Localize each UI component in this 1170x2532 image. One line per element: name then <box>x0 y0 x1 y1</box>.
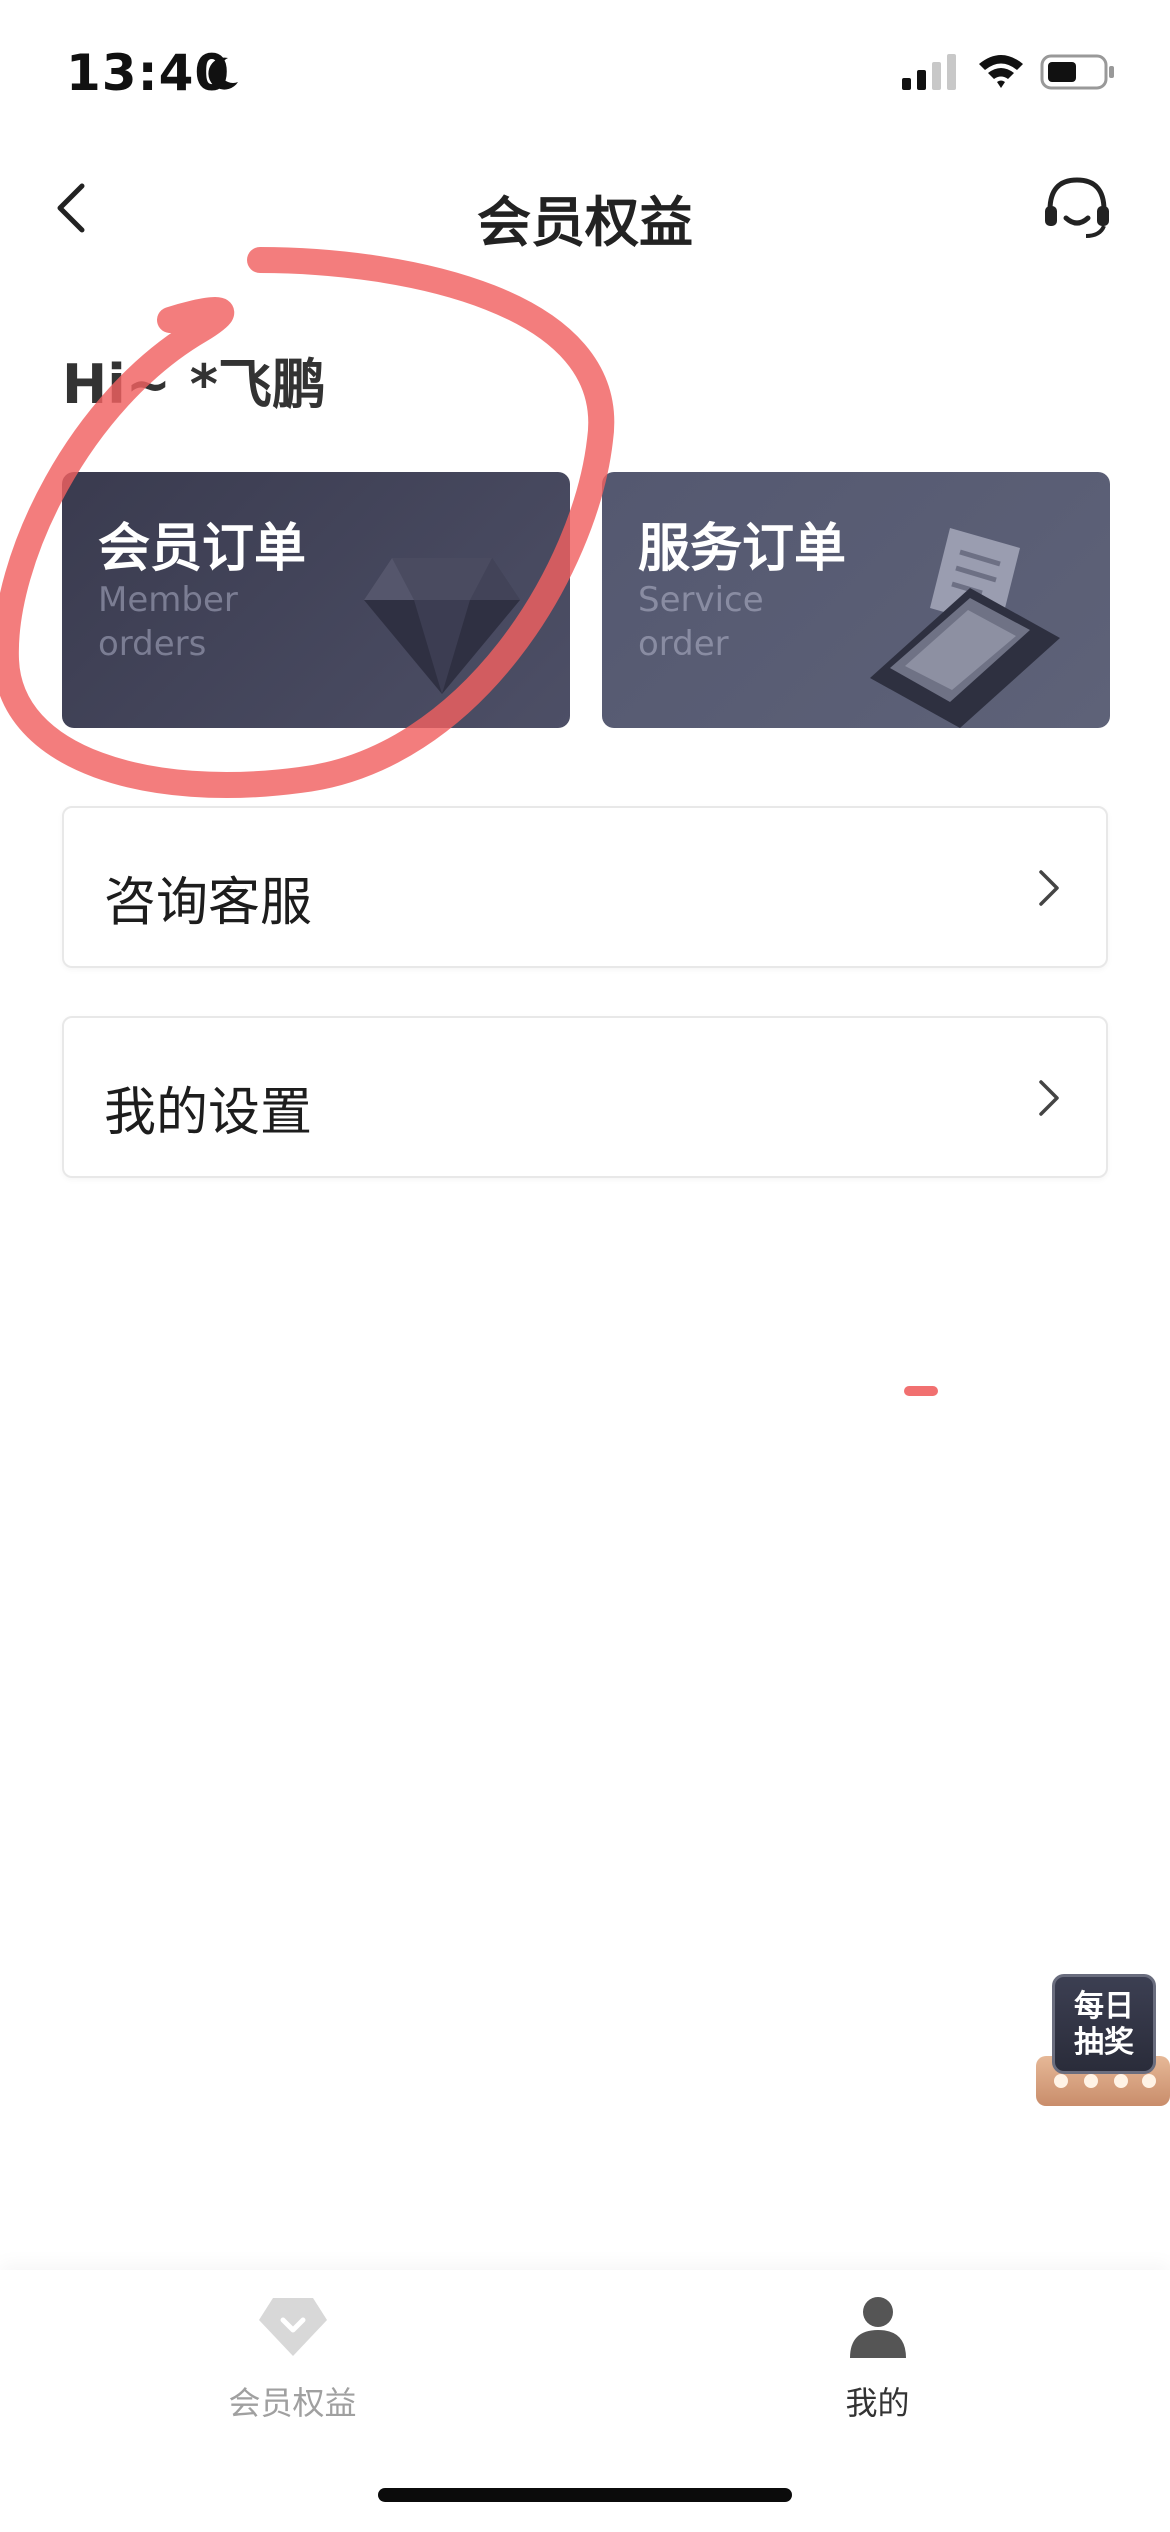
chevron-right-icon <box>1039 1080 1059 1116</box>
card-subtitle: Member orders <box>98 580 238 664</box>
card-title: 会员订单 <box>98 519 307 579</box>
list-item-customer-service[interactable]: 咨询客服 <box>62 806 1108 968</box>
member-orders-card[interactable]: 会员订单 Member orders <box>62 472 570 728</box>
daily-lottery-widget[interactable]: 每日抽奖 <box>1036 1974 1170 2108</box>
lottery-label: 每日抽奖 <box>1074 1989 1134 2060</box>
nav-header: 会员权益 <box>0 140 1170 270</box>
user-greeting: Hi~ *飞鹏 <box>62 353 326 416</box>
card-title: 服务订单 <box>638 519 847 579</box>
red-annotation-dash <box>904 1386 938 1396</box>
lottery-dot <box>1054 2074 1068 2088</box>
list-item-label: 我的设置 <box>104 1083 313 1143</box>
card-subtitle: Service order <box>638 580 764 664</box>
signal-icon <box>902 54 956 90</box>
tab-label: 会员权益 <box>228 2384 357 2422</box>
diamond-icon <box>258 2298 327 2356</box>
status-bar: 13:40 <box>0 0 1170 140</box>
customer-service-icon[interactable] <box>1040 170 1114 244</box>
tab-member-benefits[interactable]: 会员权益 <box>0 2270 585 2450</box>
tab-mine[interactable]: 我的 <box>585 2270 1170 2450</box>
tab-label: 我的 <box>845 2384 910 2422</box>
app-screen: 13:40 会员权益 Hi~ *飞鹏 会员订单 Member orders 服务… <box>0 0 1170 2532</box>
lottery-box: 每日抽奖 <box>1052 1974 1156 2074</box>
battery-icon <box>1040 54 1114 90</box>
chevron-right-icon <box>1039 870 1059 906</box>
home-indicator <box>378 2488 792 2502</box>
person-icon <box>849 2297 906 2358</box>
page-title: 会员权益 <box>477 191 693 254</box>
wifi-icon <box>979 55 1023 88</box>
lottery-dot <box>1142 2074 1156 2088</box>
service-order-card[interactable]: 服务订单 Service order <box>602 472 1110 728</box>
lottery-dot <box>1084 2074 1098 2088</box>
moon-icon <box>208 57 238 90</box>
list-item-label: 咨询客服 <box>104 873 313 933</box>
list-item-my-settings[interactable]: 我的设置 <box>62 1016 1108 1178</box>
lottery-dot <box>1114 2074 1128 2088</box>
card-machine-icon <box>870 528 1060 728</box>
diamond-icon <box>364 558 520 694</box>
